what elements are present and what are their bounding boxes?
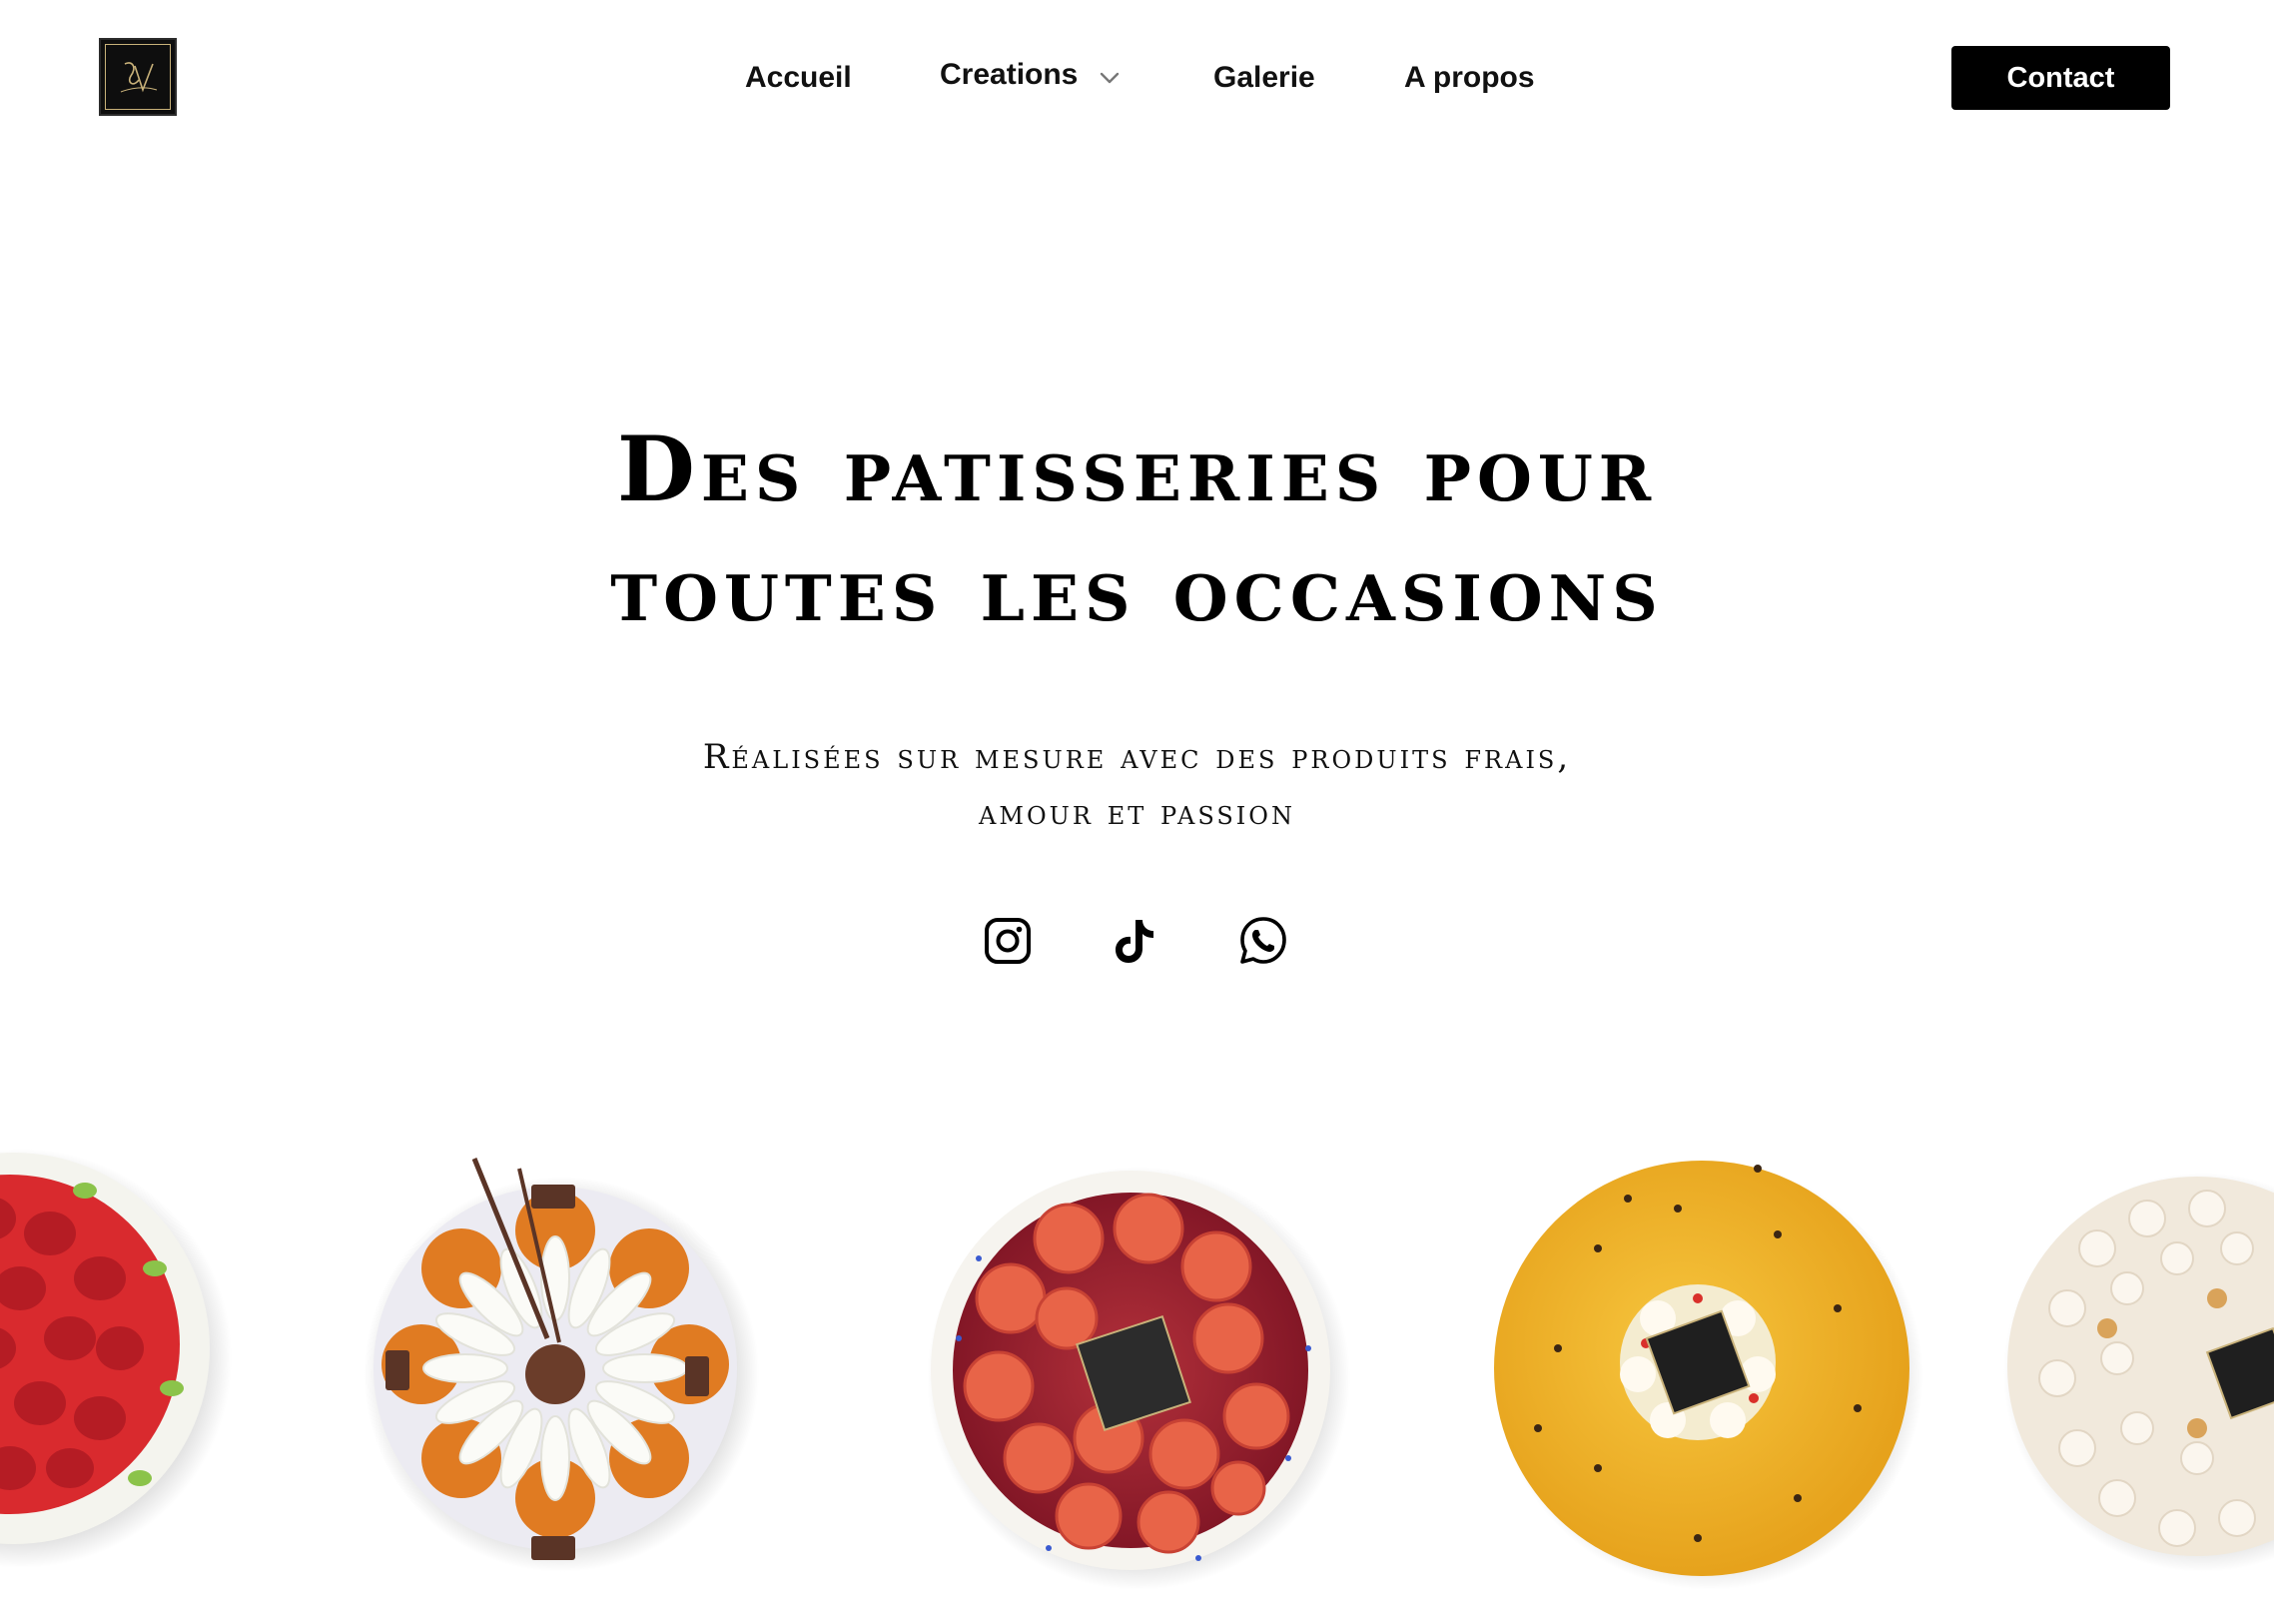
social-links [0, 911, 2274, 971]
contact-button[interactable]: Contact [1951, 46, 2170, 110]
nav-item-creations[interactable]: Creations [940, 55, 1121, 96]
hero-title: Des patisseries pour toutes les occasion… [0, 409, 2274, 649]
cake-meringue-tart[interactable] [2003, 1173, 2274, 1572]
cake-strawberry-tart[interactable] [0, 1149, 232, 1568]
carousel-images [0, 1149, 2274, 1590]
nav-item-label: A propos [1404, 61, 1535, 94]
cake-fig-tart[interactable] [927, 1167, 1350, 1590]
hero-subtitle: Réalisées sur mesure avec des produits f… [0, 729, 2274, 841]
hero-subtitle-line-2: amour et passion [979, 793, 1295, 833]
nav-item-a-propos[interactable]: A propos [1404, 58, 1535, 98]
nav-item-label: Creations [940, 58, 1079, 91]
instagram-icon[interactable] [978, 911, 1038, 971]
nav-item-galerie[interactable]: Galerie [1213, 58, 1315, 98]
cake-carousel[interactable] [0, 1139, 2274, 1624]
cake-choux-clock[interactable] [364, 1158, 759, 1572]
hero-subtitle-line-1: Réalisées sur mesure avec des produits f… [702, 737, 1572, 777]
nav-item-label: Accueil [745, 61, 852, 94]
nav-item-label: Galerie [1213, 61, 1315, 94]
cake-passion-fruit[interactable] [1494, 1161, 1923, 1590]
hero-title-line-2: toutes les occasions [610, 536, 1664, 642]
chevron-down-icon [1099, 56, 1121, 96]
hero-title-line-1: Des patisseries pour [616, 416, 1658, 522]
tiktok-icon[interactable] [1105, 911, 1164, 971]
nav-item-accueil[interactable]: Accueil [745, 58, 852, 98]
main-nav: Accueil Creations Galerie A propos [0, 58, 2274, 98]
whatsapp-icon[interactable] [1233, 911, 1293, 971]
